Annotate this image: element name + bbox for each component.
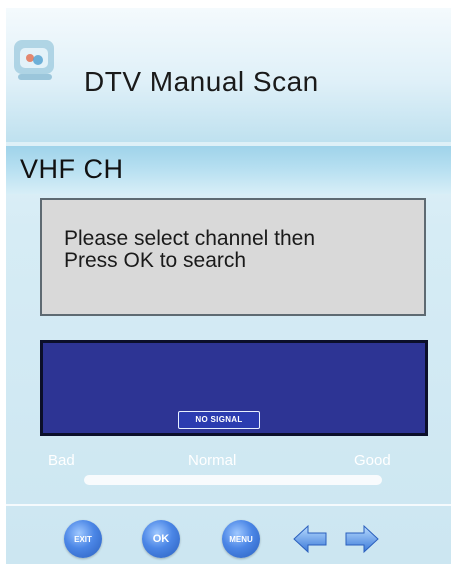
message-box: Please select channel then Press OK to s… <box>40 198 426 316</box>
signal-quality-labels: Bad Normal Good <box>6 452 451 472</box>
arrow-left-icon[interactable] <box>292 523 328 555</box>
no-signal-badge: NO SIGNAL <box>178 411 260 429</box>
quality-label-bad: Bad <box>48 452 75 469</box>
exit-button[interactable]: EXIT <box>64 520 102 558</box>
message-line-2: Press OK to search <box>64 249 247 272</box>
menu-button[interactable]: MENU <box>222 520 260 558</box>
ok-button[interactable]: OK <box>142 520 180 558</box>
dtv-manual-scan-screen: DTV Manual Scan VHF CH Please select cha… <box>6 8 451 564</box>
tv-logo-icon <box>14 40 54 80</box>
band-label[interactable]: VHF CH <box>20 154 124 185</box>
page-title: DTV Manual Scan <box>84 66 319 97</box>
signal-quality-bar <box>84 475 382 485</box>
message-text: Please select channel then Press OK to s… <box>64 228 315 272</box>
quality-label-normal: Normal <box>188 452 237 469</box>
message-line-1: Please select channel then <box>64 227 316 250</box>
divider <box>6 504 451 506</box>
header: DTV Manual Scan <box>6 8 451 142</box>
signal-preview: NO SIGNAL <box>40 340 428 436</box>
quality-label-good: Good <box>354 452 391 469</box>
arrow-right-icon[interactable] <box>344 523 380 555</box>
